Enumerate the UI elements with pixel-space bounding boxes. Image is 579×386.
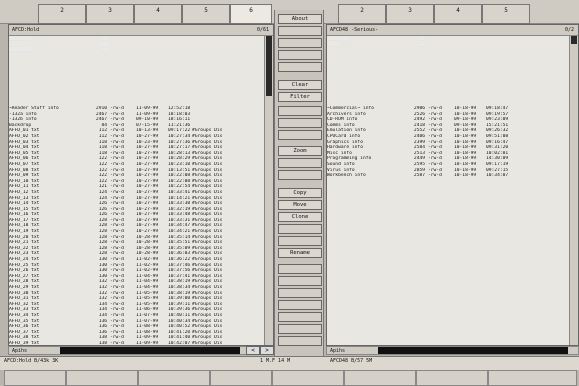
left-scroll-left-arrow[interactable]: < [246, 346, 260, 355]
right-status: AFCD48 B/57 5M [330, 358, 373, 364]
left-scroll-thumb[interactable] [266, 36, 272, 96]
file-prot: -rw-d [110, 340, 124, 345]
file-row[interactable]: AFFD_39 txt 138 -rw-d 11-09-99 10:42:07 #Grou… [9, 341, 265, 345]
middle-status: 1 M.F 14 M [260, 358, 291, 364]
copy-button[interactable]: Copy [278, 188, 322, 198]
empty-button-4[interactable] [278, 118, 322, 128]
tab-r3[interactable]: 4 [434, 4, 482, 24]
empty-button-3[interactable] [278, 106, 322, 116]
right-scroll-thumb[interactable] [571, 36, 577, 44]
empty-button-5[interactable] [278, 130, 322, 140]
empty-button-11[interactable] [278, 312, 322, 322]
rename-button[interactable]: Rename [278, 248, 322, 258]
empty-button-12[interactable] [278, 324, 322, 334]
tab-r2[interactable]: 3 [386, 4, 434, 24]
red-button-1[interactable] [278, 26, 322, 36]
footer-button-1[interactable] [4, 370, 66, 386]
empty-button-1[interactable] [278, 50, 322, 60]
footer-button-7[interactable] [416, 370, 488, 386]
left-file-panel: AFCD:Hold 0/61 ▒▒▒▒▒▒▒▒▒ ▒▒▒ ▒▒▒▒▒▒ ▒▒▒ ▒▒… [8, 24, 274, 346]
tab-r1[interactable]: 2 [338, 4, 386, 24]
left-status: AFCD:Hold B/43k 3K [4, 358, 59, 364]
left-file-list[interactable]: ▒▒▒▒▒▒▒▒▒ ▒▒▒ ▒▒▒▒▒▒ ▒▒▒ ▒▒▒▒▒▒▒▒ ▒▒▒ ~Read… [9, 36, 265, 345]
right-drive-label[interactable]: Apihs [330, 348, 345, 354]
right-counter: 0/2 [564, 27, 574, 33]
left-hscroll-thumb[interactable] [60, 347, 240, 354]
left-scroll-right-arrow[interactable]: > [260, 346, 274, 355]
move-button[interactable]: Move [278, 200, 322, 210]
left-scrollbar[interactable] [264, 36, 273, 345]
footer-button-5[interactable] [272, 370, 344, 386]
red-button-4[interactable] [278, 224, 322, 234]
file-time: 10:34:07 [486, 173, 509, 179]
right-scrollbar[interactable] [569, 36, 578, 345]
file-name: AFFD_39 txt [9, 340, 40, 345]
footer-button-4[interactable] [210, 370, 272, 386]
left-drive-label[interactable]: Apihs [12, 348, 27, 354]
right-file-panel: AFCD48 -Serious- 0/2 ▒▒▒▒▒▒▒▒ ▒▒▒ ▒▒▒▒▒ ▒▒… [326, 24, 579, 346]
about-button[interactable]: About [278, 14, 322, 24]
tab-5[interactable]: 6 [230, 4, 272, 24]
left-path: AFCD:Hold [12, 27, 40, 33]
empty-button-6[interactable] [278, 170, 322, 180]
file-size: 138 [98, 340, 107, 345]
right-path-bar: AFCD48 -Serious- 0/2 [327, 25, 578, 36]
clone-button[interactable]: Clone [278, 212, 322, 222]
red-button-2[interactable] [278, 38, 322, 48]
tab-3[interactable]: 4 [134, 4, 182, 24]
file-date: 11-09-99 [136, 340, 159, 345]
right-ghost-area: ▒▒▒▒▒▒▒▒ ▒▒▒ ▒▒▒▒▒ ▒▒▒ [327, 36, 425, 47]
file-time: 10:42:07 [168, 340, 191, 345]
file-size: 2587 [413, 173, 425, 179]
tab-r4[interactable]: 5 [482, 4, 530, 24]
red-button-3[interactable] [278, 158, 322, 168]
tab-2[interactable]: 3 [86, 4, 134, 24]
filter-button[interactable]: Filter [278, 92, 322, 102]
right-file-list[interactable]: ▒▒▒▒▒▒▒▒ ▒▒▒ ▒▒▒▒▒ ▒▒▒ ~Commercial~ info 29… [327, 36, 570, 345]
red-button-5[interactable] [278, 236, 322, 246]
tab-1[interactable]: 2 [38, 4, 86, 24]
file-name: Workbench info [327, 173, 366, 179]
file-row[interactable]: Workbench info 2587 -rw-d 10-18-99 10:34:07 [327, 173, 570, 179]
right-hscroll-thumb[interactable] [378, 347, 568, 354]
empty-button-8[interactable] [278, 276, 322, 286]
zoom-button[interactable]: Zoom [278, 146, 322, 156]
left-path-bar: AFCD:Hold 0/61 [9, 25, 273, 36]
tab-4[interactable]: 5 [182, 4, 230, 24]
button-bank: About Clear Filter Zoom Copy Move Clone … [274, 10, 324, 362]
empty-button-7[interactable] [278, 264, 322, 274]
footer-button-2[interactable] [66, 370, 138, 386]
empty-button-10[interactable] [278, 300, 322, 310]
empty-button-9[interactable] [278, 288, 322, 298]
status-bar: AFCD:Hold B/43k 3K 1 M.F 14 M AFCD48 B/5… [0, 356, 579, 370]
footer-button-3[interactable] [138, 370, 210, 386]
right-path: AFCD48 -Serious- [330, 27, 379, 33]
clear-button[interactable]: Clear [278, 80, 322, 90]
file-date: 10-18-99 [454, 173, 477, 179]
empty-button-2[interactable] [278, 62, 322, 72]
left-ghost-area: ▒▒▒▒▒▒▒▒▒ ▒▒▒ ▒▒▒▒▒▒ ▒▒▒ ▒▒▒▒▒▒▒▒ ▒▒▒ [9, 36, 107, 53]
file-comment: #Groups Dis [192, 340, 223, 345]
empty-button-13[interactable] [278, 336, 322, 346]
footer-button-8[interactable] [488, 370, 577, 386]
footer-button-6[interactable] [344, 370, 416, 386]
left-counter: 0/61 [256, 27, 269, 33]
file-prot: -rw-d [428, 173, 442, 179]
